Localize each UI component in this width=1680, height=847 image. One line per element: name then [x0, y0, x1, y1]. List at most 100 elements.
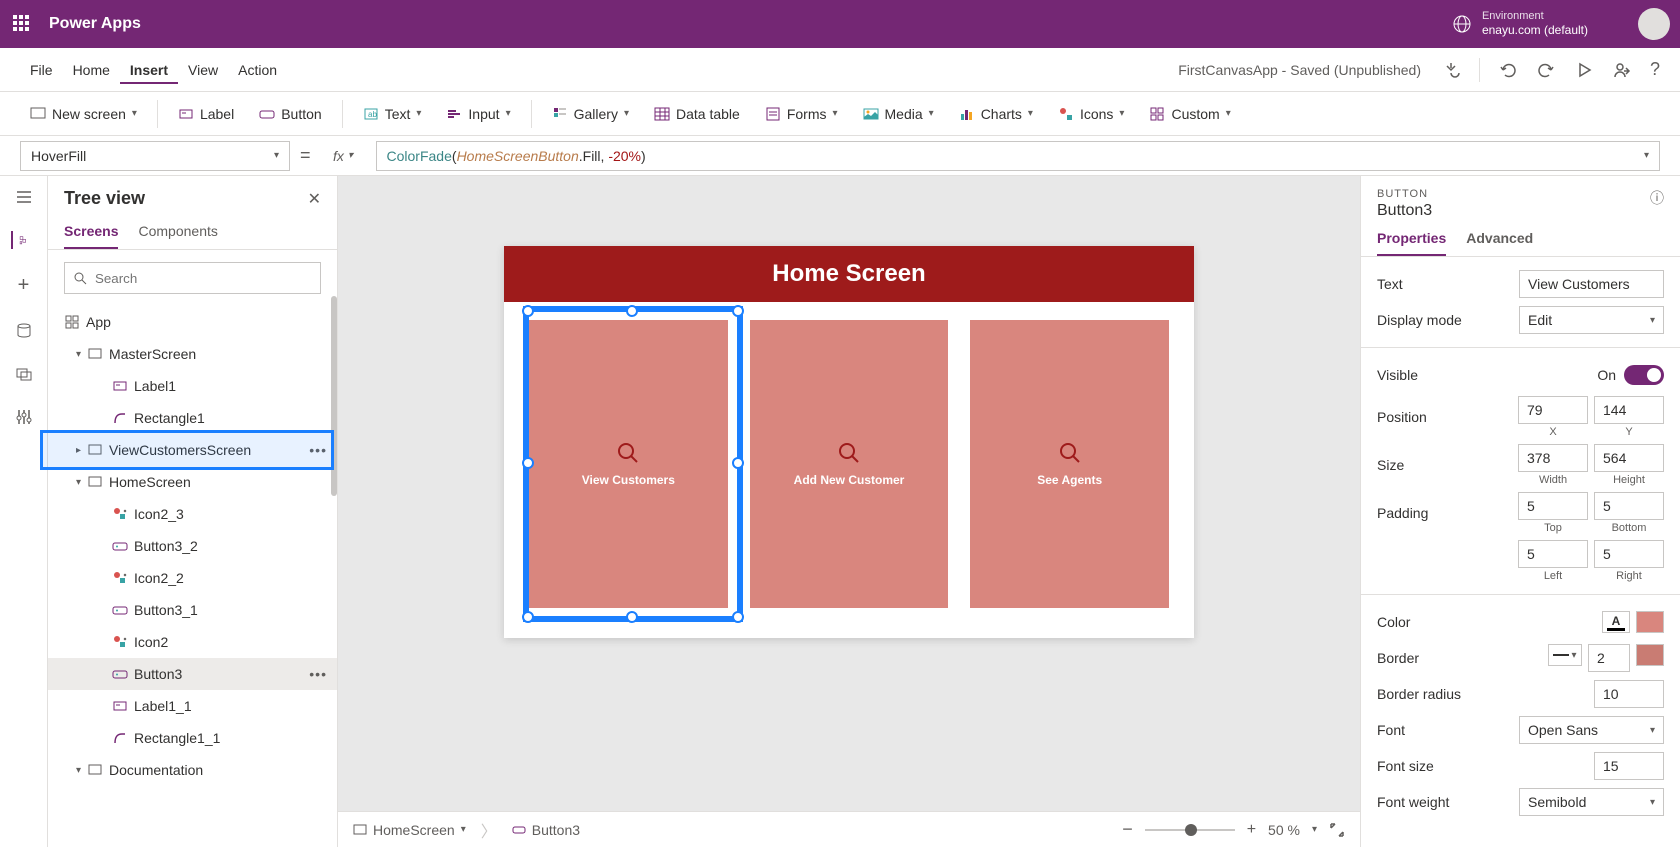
- more-icon[interactable]: •••: [309, 442, 327, 458]
- data-icon[interactable]: [15, 322, 33, 340]
- pad-left-input[interactable]: 5: [1518, 540, 1588, 568]
- height-input[interactable]: 564: [1594, 444, 1664, 472]
- visible-toggle[interactable]: [1624, 365, 1664, 385]
- close-icon[interactable]: ✕: [308, 189, 321, 209]
- screen-icon: [87, 474, 103, 490]
- zoom-slider[interactable]: [1145, 829, 1235, 831]
- screen-preview[interactable]: Home Screen View Customers Add New Custo…: [504, 246, 1194, 638]
- pad-right-input[interactable]: 5: [1594, 540, 1664, 568]
- tree-item-rectangle1_1[interactable]: Rectangle1_1: [48, 722, 337, 754]
- formula-bar: HoverFill▾ = fx▾ ColorFade(HomeScreenBut…: [0, 136, 1680, 176]
- help-icon[interactable]: ⓘ: [1650, 188, 1664, 208]
- tab-advanced[interactable]: Advanced: [1466, 230, 1533, 256]
- chevron-down-icon[interactable]: ▾: [76, 765, 81, 776]
- tree-search[interactable]: [64, 262, 321, 294]
- tab-properties[interactable]: Properties: [1377, 230, 1446, 256]
- search-input[interactable]: [95, 271, 312, 286]
- border-width-input[interactable]: 2: [1588, 644, 1630, 672]
- label-button[interactable]: Label: [168, 101, 244, 127]
- media-rail-icon[interactable]: [15, 365, 33, 383]
- tree-item-documentation[interactable]: ▾Documentation: [48, 754, 337, 786]
- tree-item-button3_2[interactable]: Button3_2: [48, 530, 337, 562]
- tree-item-button3[interactable]: Button3•••: [48, 658, 337, 690]
- radius-input[interactable]: 10: [1594, 680, 1664, 708]
- icons-button[interactable]: Icons▾: [1048, 101, 1135, 127]
- tree-item-homescreen[interactable]: ▾HomeScreen: [48, 466, 337, 498]
- tree-item-app[interactable]: App: [48, 306, 337, 338]
- fill-color-button[interactable]: [1636, 611, 1664, 633]
- menu-view[interactable]: View: [178, 56, 228, 84]
- button-button[interactable]: Button: [249, 101, 331, 127]
- tree-item-button3_1[interactable]: Button3_1: [48, 594, 337, 626]
- formula-input[interactable]: ColorFade(HomeScreenButton.Fill, -20%) ▾: [376, 141, 1660, 171]
- breadcrumb-screen[interactable]: HomeScreen▾: [353, 822, 466, 838]
- menu-insert[interactable]: Insert: [120, 56, 178, 84]
- menu-home[interactable]: Home: [63, 56, 120, 84]
- tree-item-label1_1[interactable]: Label1_1: [48, 690, 337, 722]
- undo-icon[interactable]: [1498, 60, 1518, 80]
- scrollbar[interactable]: [331, 296, 337, 496]
- share-icon[interactable]: [1612, 60, 1632, 80]
- tab-components[interactable]: Components: [138, 215, 217, 249]
- pad-top-input[interactable]: 5: [1518, 492, 1588, 520]
- border-style-button[interactable]: ▾: [1548, 644, 1582, 666]
- text-button[interactable]: ab Text▾: [353, 101, 432, 127]
- tree-item-label1[interactable]: Label1: [48, 370, 337, 402]
- zoom-in-icon[interactable]: +: [1247, 821, 1256, 839]
- tree-item-rectangle1[interactable]: Rectangle1: [48, 402, 337, 434]
- prop-text-input[interactable]: View Customers: [1519, 270, 1664, 298]
- font-select[interactable]: Open Sans▾: [1519, 716, 1664, 744]
- tree-item-masterscreen[interactable]: ▾MasterScreen: [48, 338, 337, 370]
- breadcrumb-control[interactable]: Button3: [512, 822, 580, 838]
- redo-icon[interactable]: [1536, 60, 1556, 80]
- tree-item-icon2[interactable]: Icon2: [48, 626, 337, 658]
- prop-mode-select[interactable]: Edit▾: [1519, 306, 1664, 334]
- border-color-button[interactable]: [1636, 644, 1664, 666]
- menu-action[interactable]: Action: [228, 56, 287, 84]
- waffle-icon[interactable]: [10, 12, 34, 36]
- prop-visible-label: Visible: [1377, 367, 1597, 383]
- tools-icon[interactable]: [15, 408, 33, 426]
- chevron-down-icon[interactable]: ▾: [76, 477, 81, 488]
- chevron-down-icon[interactable]: ▾: [76, 349, 81, 360]
- app-icon: [64, 314, 80, 330]
- tree-item-icon2_2[interactable]: Icon2_2: [48, 562, 337, 594]
- zoom-out-icon[interactable]: −: [1122, 819, 1133, 840]
- tree-item-icon2_3[interactable]: Icon2_3: [48, 498, 337, 530]
- datatable-button[interactable]: Data table: [644, 101, 750, 127]
- app-checker-icon[interactable]: [1441, 60, 1461, 80]
- gallery-button[interactable]: Gallery▾: [542, 101, 639, 127]
- play-icon[interactable]: [1574, 60, 1594, 80]
- hamburger-icon[interactable]: [15, 188, 33, 206]
- new-screen-button[interactable]: New screen▾: [20, 101, 147, 127]
- tree-item-viewcustomersscreen[interactable]: ▸ViewCustomersScreen•••: [48, 434, 337, 466]
- custom-button[interactable]: Custom▾: [1139, 101, 1240, 127]
- help-icon[interactable]: ?: [1650, 59, 1660, 80]
- menu-file[interactable]: File: [20, 56, 63, 84]
- card-view-customers[interactable]: View Customers: [529, 320, 728, 608]
- media-button[interactable]: Media▾: [853, 101, 944, 127]
- more-icon[interactable]: •••: [309, 666, 327, 682]
- add-icon[interactable]: +: [18, 274, 30, 297]
- environment-picker[interactable]: Environment enayu.com (default): [1452, 10, 1588, 38]
- user-avatar[interactable]: [1638, 8, 1670, 40]
- fweight-select[interactable]: Semibold▾: [1519, 788, 1664, 816]
- charts-button[interactable]: Charts▾: [949, 101, 1043, 127]
- card-see-agents[interactable]: See Agents: [970, 320, 1169, 608]
- property-selector[interactable]: HoverFill▾: [20, 141, 290, 171]
- fit-icon[interactable]: [1329, 822, 1345, 838]
- chevron-down-icon[interactable]: ▾: [1312, 824, 1317, 835]
- tab-screens[interactable]: Screens: [64, 215, 118, 249]
- fsize-input[interactable]: 15: [1594, 752, 1664, 780]
- font-color-button[interactable]: A: [1602, 611, 1630, 633]
- pad-bottom-input[interactable]: 5: [1594, 492, 1664, 520]
- forms-button[interactable]: Forms▾: [755, 101, 848, 127]
- card-add-customer[interactable]: Add New Customer: [750, 320, 949, 608]
- chevron-right-icon[interactable]: ▸: [76, 445, 81, 456]
- tree-view-icon[interactable]: [11, 231, 29, 249]
- pos-x-input[interactable]: 79: [1518, 396, 1588, 424]
- width-input[interactable]: 378: [1518, 444, 1588, 472]
- screen-body: View Customers Add New Customer See Agen…: [504, 302, 1194, 638]
- input-button[interactable]: Input▾: [436, 101, 520, 127]
- pos-y-input[interactable]: 144: [1594, 396, 1664, 424]
